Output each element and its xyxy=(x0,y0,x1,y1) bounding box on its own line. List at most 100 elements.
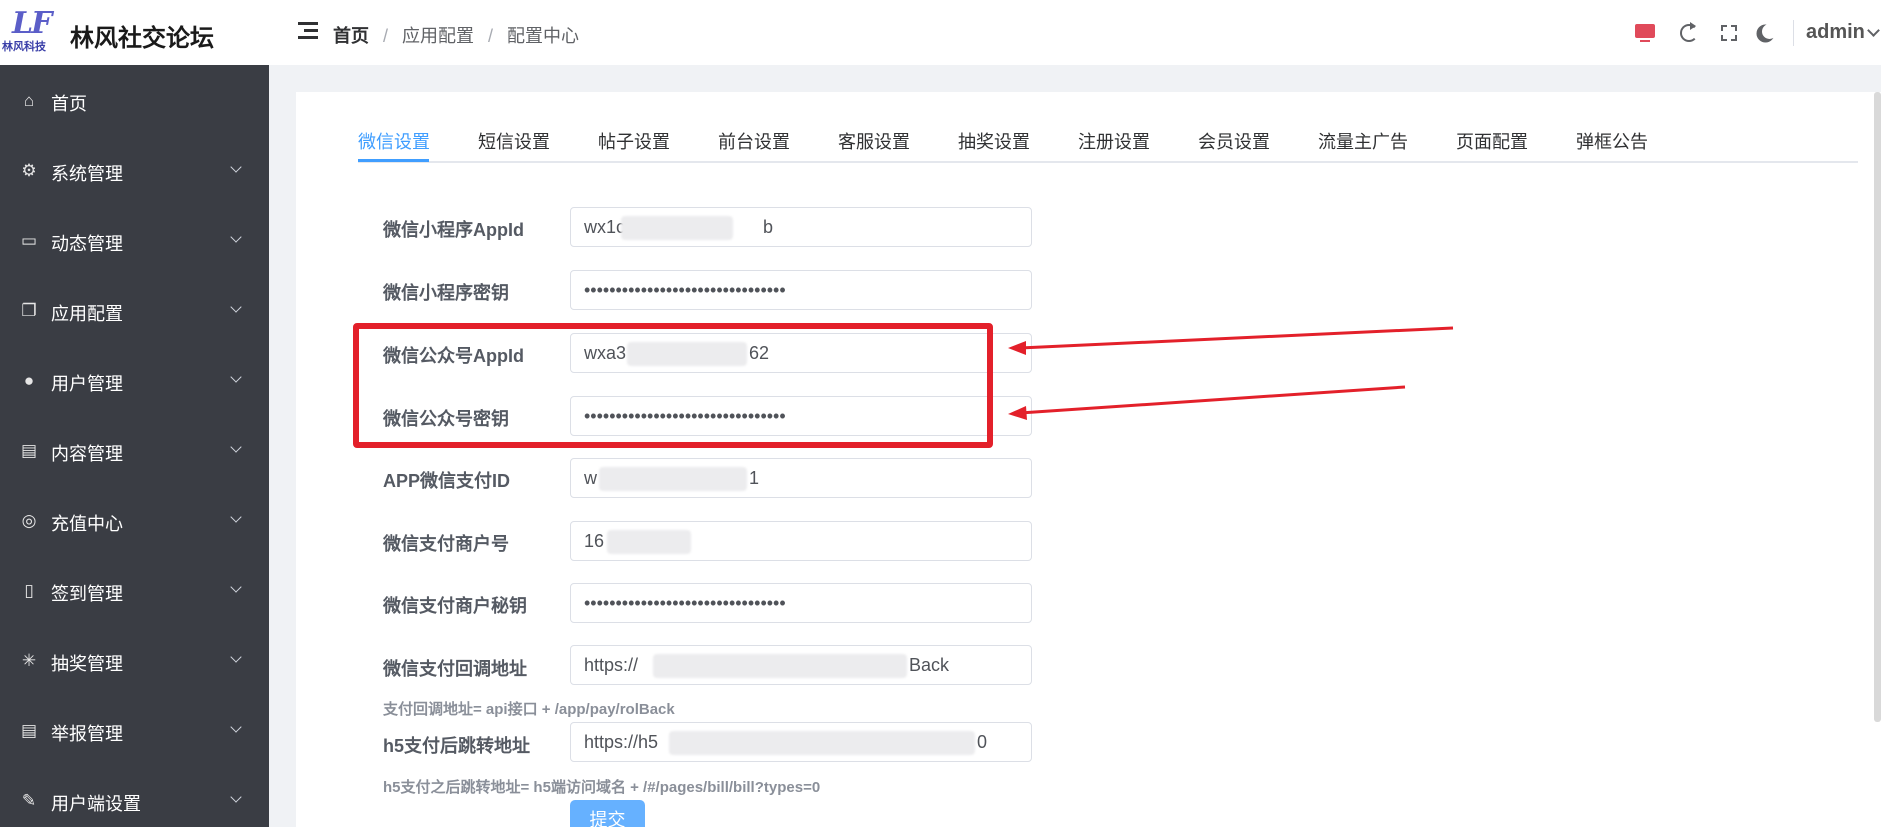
mini-program-appid-input[interactable]: wx1c b xyxy=(570,207,1032,247)
tab-membership[interactable]: 会员设置 xyxy=(1198,128,1270,154)
tab-popup-notice[interactable]: 弹框公告 xyxy=(1576,128,1648,154)
breadcrumb-home[interactable]: 首页 xyxy=(333,26,369,46)
collapse-menu-icon[interactable] xyxy=(298,22,318,40)
annotation-highlight-box xyxy=(353,323,993,448)
top-header: LF 林风科技 林风社交论坛 首页 / 应用配置 / 配置中心 admin xyxy=(0,0,1881,65)
breadcrumb: 首页 / 应用配置 / 配置中心 xyxy=(333,22,579,48)
sidebar-item-client-settings[interactable]: ✎ 用户端设置 xyxy=(0,773,269,827)
logo-subtitle: 林风科技 xyxy=(2,41,46,53)
callback-hint: 支付回调地址= api接口 + /app/pay/rolBack xyxy=(383,701,675,718)
sidebar-item-label: 用户端设置 xyxy=(51,794,141,814)
sidebar-item-content[interactable]: ▤ 内容管理 xyxy=(0,423,269,479)
field-label: 微信支付商户号 xyxy=(383,534,509,554)
tab-customer-service[interactable]: 客服设置 xyxy=(838,128,910,154)
merchant-id-input[interactable]: 16 xyxy=(570,521,1032,561)
redacted-blur xyxy=(621,216,733,240)
app-pay-id-input[interactable]: w 1 xyxy=(570,458,1032,498)
user-icon: ● xyxy=(23,371,35,390)
sidebar-item-users[interactable]: ● 用户管理 xyxy=(0,353,269,409)
user-menu[interactable]: admin xyxy=(1806,21,1865,44)
field-label: h5支付后跳转地址 xyxy=(383,736,531,756)
mini-program-secret-input[interactable]: •••••••••••••••••••••••••••••••• xyxy=(570,270,1032,310)
tab-register[interactable]: 注册设置 xyxy=(1078,128,1150,154)
field-label: APP微信支付ID xyxy=(383,471,511,491)
sidebar-item-label: 应用配置 xyxy=(51,304,123,324)
sidebar-item-label: 签到管理 xyxy=(51,584,123,604)
input-value: https://h5 xyxy=(584,732,659,752)
chevron-down-icon xyxy=(230,301,242,313)
logo-letters: LF xyxy=(12,6,52,41)
home-icon: ⌂ xyxy=(23,91,35,110)
sidebar-item-app-config[interactable]: ❐ 应用配置 xyxy=(0,283,269,339)
redacted-blur xyxy=(669,731,975,755)
h5-redirect-url-input[interactable]: https://h5 0 xyxy=(570,722,1032,762)
sparkle-icon: ✳ xyxy=(21,651,37,670)
input-value-tail: 1 xyxy=(749,468,760,488)
redacted-blur xyxy=(599,467,747,491)
sidebar-item-label: 充值中心 xyxy=(51,514,123,534)
breadcrumb-app-config[interactable]: 应用配置 xyxy=(402,26,474,46)
submit-button[interactable]: 提交 xyxy=(570,800,645,827)
fullscreen-icon[interactable] xyxy=(1718,22,1740,44)
sidebar-item-recharge[interactable]: ◎ 充值中心 xyxy=(0,493,269,549)
breadcrumb-config-center: 配置中心 xyxy=(507,26,580,46)
config-tabs: 微信设置 短信设置 帖子设置 前台设置 客服设置 抽奖设置 注册设置 会员设置 … xyxy=(358,114,1858,164)
dark-mode-icon[interactable] xyxy=(1754,22,1776,44)
h5-redirect-hint: h5支付之后跳转地址= h5端访问域名 + /#/pages/bill/bill… xyxy=(383,779,821,796)
monitor-icon[interactable] xyxy=(1634,22,1656,44)
sidebar: ⌂ 首页 ⚙ 系统管理 ▭ 动态管理 ❐ 应用配置 ● 用户管理 ▤ 内容管理 … xyxy=(0,65,269,827)
sidebar-item-label: 抽奖管理 xyxy=(51,654,123,674)
active-tab-indicator xyxy=(358,159,429,162)
sidebar-item-system[interactable]: ⚙ 系统管理 xyxy=(0,143,269,199)
chevron-down-icon xyxy=(230,441,242,453)
breadcrumb-separator: / xyxy=(383,26,389,46)
coins-icon: ◎ xyxy=(21,511,37,530)
sidebar-item-signin[interactable]: ▯ 签到管理 xyxy=(0,563,269,619)
tab-frontend[interactable]: 前台设置 xyxy=(718,128,790,154)
header-divider xyxy=(1793,20,1794,46)
logo[interactable]: LF 林风科技 林风社交论坛 xyxy=(0,0,269,65)
field-label: 微信支付商户秘钥 xyxy=(383,596,527,616)
tab-lottery[interactable]: 抽奖设置 xyxy=(958,128,1030,154)
sidebar-item-label: 动态管理 xyxy=(51,234,123,254)
logo-mark: LF 林风科技 xyxy=(2,6,58,53)
input-value: https:// xyxy=(584,655,639,675)
sidebar-item-lottery[interactable]: ✳ 抽奖管理 xyxy=(0,633,269,689)
field-label: 微信小程序密钥 xyxy=(383,283,509,303)
merchant-secret-input[interactable]: •••••••••••••••••••••••••••••••• xyxy=(570,583,1032,623)
sidebar-item-label: 系统管理 xyxy=(51,164,123,184)
sidebar-item-dynamic[interactable]: ▭ 动态管理 xyxy=(0,213,269,269)
sidebar-item-home[interactable]: ⌂ 首页 xyxy=(0,73,269,129)
chevron-down-icon[interactable] xyxy=(1867,24,1880,37)
site-title: 林风社交论坛 xyxy=(70,25,214,52)
tab-wechat[interactable]: 微信设置 xyxy=(358,128,430,154)
tab-ads[interactable]: 流量主广告 xyxy=(1318,128,1408,154)
refresh-icon[interactable] xyxy=(1678,22,1700,44)
report-icon: ▤ xyxy=(20,721,38,740)
breadcrumb-separator: / xyxy=(488,26,494,46)
sidebar-item-label: 首页 xyxy=(51,94,87,114)
input-value: wx1c xyxy=(584,217,626,237)
tab-page-config[interactable]: 页面配置 xyxy=(1456,128,1528,154)
sidebar-item-reports[interactable]: ▤ 举报管理 xyxy=(0,703,269,759)
input-value-tail: 0 xyxy=(977,732,988,752)
chevron-down-icon xyxy=(230,231,242,243)
scrollbar[interactable] xyxy=(1874,92,1881,722)
field-label: 微信支付回调地址 xyxy=(383,659,527,679)
tab-sms[interactable]: 短信设置 xyxy=(478,128,550,154)
copy-icon: ❐ xyxy=(21,301,37,320)
field-label: 微信小程序AppId xyxy=(383,220,524,240)
chevron-down-icon xyxy=(230,511,242,523)
chevron-down-icon xyxy=(230,371,242,383)
card-icon: ▤ xyxy=(20,441,38,460)
input-value: 16 xyxy=(584,531,605,551)
input-value-tail: b xyxy=(763,217,774,237)
chevron-down-icon xyxy=(230,721,242,733)
pay-callback-url-input[interactable]: https:// Back xyxy=(570,645,1032,685)
edit-icon: ✎ xyxy=(21,791,37,810)
sidebar-item-label: 内容管理 xyxy=(51,444,123,464)
chevron-down-icon xyxy=(230,581,242,593)
gear-icon: ⚙ xyxy=(21,161,37,180)
chevron-down-icon xyxy=(230,651,242,663)
tab-posts[interactable]: 帖子设置 xyxy=(598,128,670,154)
